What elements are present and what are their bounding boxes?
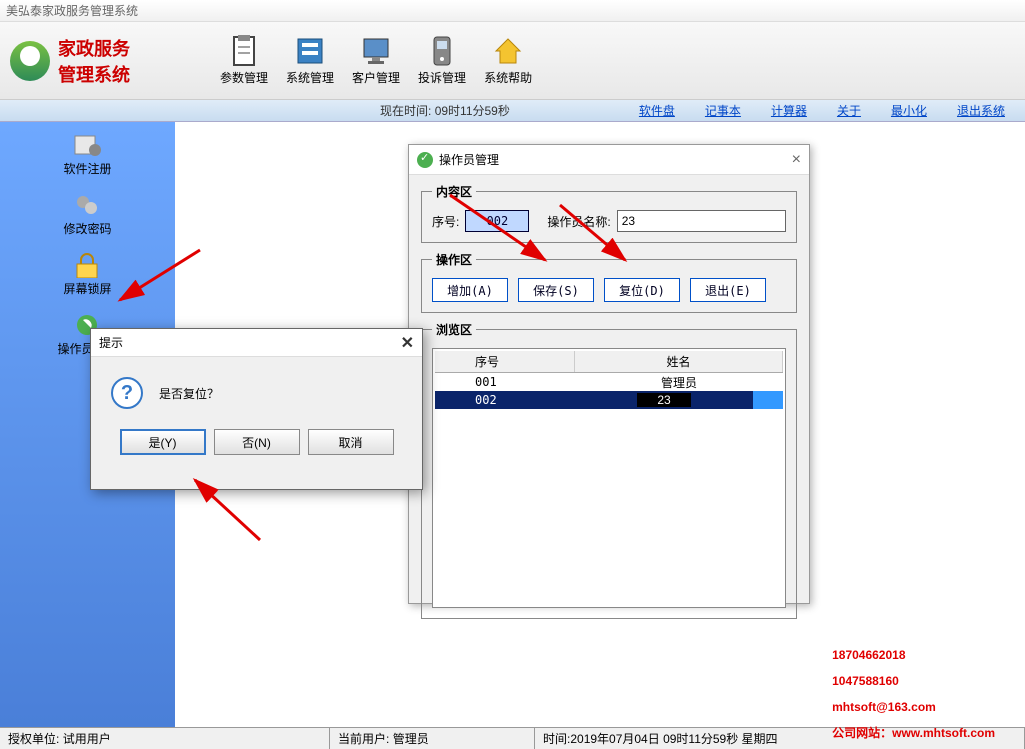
link-notepad[interactable]: 记事本 xyxy=(705,102,741,119)
window-titlebar: 美弘泰家政服务管理系统 xyxy=(0,0,1025,22)
toolbar-label: 系统帮助 xyxy=(484,69,532,86)
toolbar-help[interactable]: 系统帮助 xyxy=(484,35,532,86)
sidebar-password[interactable]: 修改密码 xyxy=(63,192,111,237)
sidebar-label: 屏幕锁屏 xyxy=(63,280,111,297)
toolbar-label: 投诉管理 xyxy=(418,69,466,86)
status-unit: 试用用户 xyxy=(63,730,111,747)
sidebar-register[interactable]: 软件注册 xyxy=(63,132,111,177)
contact-info: 18704662018 1047588160 mhtsoft@163.com 公… xyxy=(832,642,995,746)
gear-icon xyxy=(71,192,103,218)
server-icon xyxy=(294,35,326,67)
sidebar-lock[interactable]: 屏幕锁屏 xyxy=(63,252,111,297)
reset-button[interactable]: 复位(D) xyxy=(604,278,680,302)
phone-icon xyxy=(426,35,458,67)
toolbar-label: 客户管理 xyxy=(352,69,400,86)
link-minimize[interactable]: 最小化 xyxy=(891,102,927,119)
contact-qq: 1047588160 xyxy=(832,668,995,694)
name-field[interactable] xyxy=(617,210,786,232)
contact-email: mhtsoft@163.com xyxy=(832,694,995,720)
logo: 家政服务 管理系统 xyxy=(0,35,200,87)
toolbar-label: 参数管理 xyxy=(220,69,268,86)
confirm-dialog: 提示 ✕ ? 是否复位？ 是(Y) 否(N) 取消 xyxy=(90,328,423,490)
status-user: 管理员 xyxy=(393,730,429,747)
contact-site: www.mhtsoft.com xyxy=(892,726,995,740)
logo-line1: 家政服务 xyxy=(58,35,130,61)
dialog-title: 操作员管理 xyxy=(439,151,499,168)
content-group: 内容区 序号: 002 操作员名称: xyxy=(421,183,797,243)
yes-button[interactable]: 是(Y) xyxy=(120,429,206,455)
contact-phone: 18704662018 xyxy=(832,642,995,668)
confirm-message: 是否复位？ xyxy=(159,385,219,402)
operator-dialog: 操作员管理 × 内容区 序号: 002 操作员名称: 操作区 增加(A) 保存(… xyxy=(408,144,810,604)
confirm-titlebar[interactable]: 提示 ✕ xyxy=(91,329,422,357)
table-row[interactable]: 001 管理员 xyxy=(435,373,783,391)
logo-icon xyxy=(10,41,50,81)
link-about[interactable]: 关于 xyxy=(837,102,861,119)
toolbar-complaint[interactable]: 投诉管理 xyxy=(418,35,466,86)
save-button[interactable]: 保存(S) xyxy=(518,278,594,302)
toolbar-system[interactable]: 系统管理 xyxy=(286,35,334,86)
num-field[interactable]: 002 xyxy=(465,210,529,232)
sidebar-label: 软件注册 xyxy=(63,160,111,177)
name-label: 操作员名称: xyxy=(547,213,610,230)
lock-icon xyxy=(71,252,103,278)
close-icon[interactable]: ✕ xyxy=(401,333,414,353)
cancel-button[interactable]: 取消 xyxy=(308,429,394,455)
browse-group: 浏览区 序号 姓名 001 管理员 002 23 xyxy=(421,321,797,619)
add-button[interactable]: 增加(A) xyxy=(432,278,508,302)
monitor-icon xyxy=(360,35,392,67)
home-icon xyxy=(492,35,524,67)
table-row-selected[interactable]: 002 23 xyxy=(435,391,783,409)
table-header: 序号 姓名 xyxy=(435,351,783,373)
action-group: 操作区 增加(A) 保存(S) 复位(D) 退出(E) xyxy=(421,251,797,313)
logo-line2: 管理系统 xyxy=(58,61,130,87)
link-exit[interactable]: 退出系统 xyxy=(957,102,1005,119)
status-time: 2019年07月04日 09时11分59秒 星期四 xyxy=(570,730,777,747)
question-icon: ? xyxy=(111,377,143,409)
link-softdisk[interactable]: 软件盘 xyxy=(639,102,675,119)
link-calc[interactable]: 计算器 xyxy=(771,102,807,119)
toolbar-label: 系统管理 xyxy=(286,69,334,86)
link-bar: 现在时间: 09时11分59秒 软件盘 记事本 计算器 关于 最小化 退出系统 xyxy=(0,100,1025,122)
toolbar-params[interactable]: 参数管理 xyxy=(220,35,268,86)
contact-site-label: 公司网站： xyxy=(832,726,892,740)
register-icon xyxy=(71,132,103,158)
toolbar-customer[interactable]: 客户管理 xyxy=(352,35,400,86)
clipboard-icon xyxy=(228,35,260,67)
no-button[interactable]: 否(N) xyxy=(214,429,300,455)
num-label: 序号: xyxy=(432,213,459,230)
dialog-titlebar[interactable]: 操作员管理 × xyxy=(409,145,809,175)
sidebar-label: 修改密码 xyxy=(63,220,111,237)
current-time: 现在时间: 09时11分59秒 xyxy=(380,102,510,119)
window-title: 美弘泰家政服务管理系统 xyxy=(6,2,138,19)
confirm-title-text: 提示 xyxy=(99,334,123,351)
exit-button[interactable]: 退出(E) xyxy=(690,278,766,302)
close-icon[interactable]: × xyxy=(792,151,801,169)
check-icon xyxy=(417,152,433,168)
main-toolbar: 家政服务 管理系统 参数管理 系统管理 客户管理 投诉管理 系统帮助 xyxy=(0,22,1025,100)
